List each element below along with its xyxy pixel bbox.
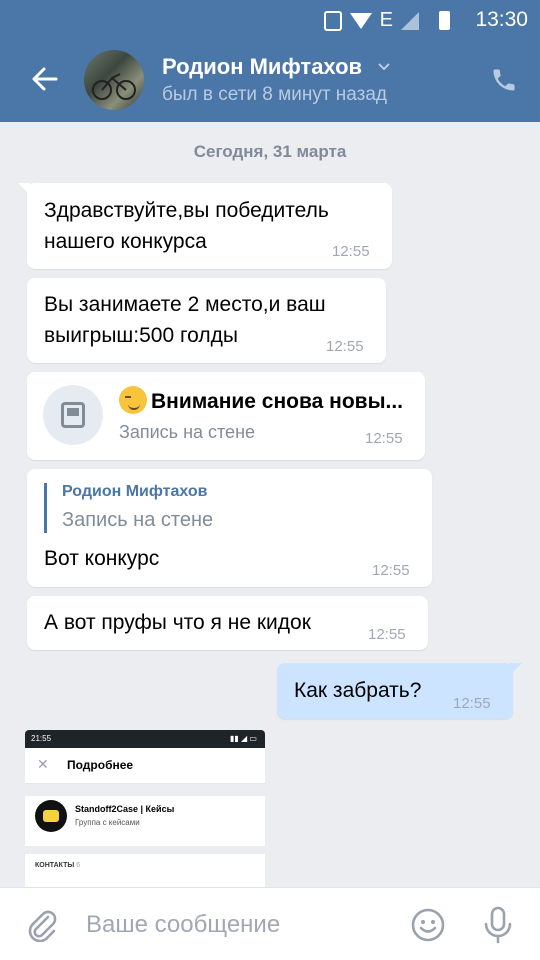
phone-icon[interactable] (490, 66, 518, 94)
screenshot-attachment[interactable]: 21:55 ▮▮ ◢ ▭ ✕ Подробнее Standoff2Case |… (25, 730, 265, 890)
message-time: 12:55 (326, 338, 364, 355)
message-text: Здравствуйте,вы победитель (44, 199, 329, 222)
attachment-group-name: Standoff2Case | Кейсы (75, 804, 175, 814)
repost-subtitle: Запись на стене (62, 509, 214, 531)
message-text: нашего конкурса (44, 230, 207, 253)
wall-post-card[interactable]: Внимание снова новы... Запись на стене 1… (27, 372, 425, 460)
contact-name[interactable]: Родион Мифтахов (162, 54, 362, 80)
message-composer (0, 887, 540, 960)
message-time: 12:55 (372, 562, 410, 579)
message-text: Как забрать? (294, 679, 422, 702)
group-logo-icon (35, 800, 67, 832)
smirk-emoji-icon (119, 386, 147, 414)
message-bubble[interactable]: А вот пруфы что я не кидок 12:55 (27, 596, 428, 650)
paperclip-icon[interactable] (26, 908, 58, 942)
message-text: Вы занимаете 2 место,и ваш (44, 293, 326, 316)
repost-quote-bar (44, 483, 47, 533)
attachment-panel-header: ✕ Подробнее (25, 748, 265, 784)
message-bubble[interactable]: Здравствуйте,вы победитель нашего конкур… (18, 183, 392, 269)
wall-post-title: Внимание снова новы... (119, 386, 419, 414)
attachment-section-label: КОНТАКТЫ 6 (35, 862, 81, 869)
status-time: 13:30 (475, 8, 528, 31)
wall-post-icon-circle (43, 385, 103, 445)
attachment-group-subtitle: Группа с кейсами (75, 818, 140, 827)
battery-icon (439, 11, 450, 30)
message-text: А вот пруфы что я не кидок (44, 611, 311, 634)
document-icon (61, 402, 85, 428)
close-icon: ✕ (37, 756, 49, 772)
chevron-down-icon[interactable] (378, 61, 390, 73)
message-bubble[interactable]: Вы занимаете 2 место,и ваш выигрыш:500 г… (27, 278, 386, 363)
back-arrow-icon[interactable] (30, 64, 58, 94)
date-separator: Сегодня, 31 марта (193, 142, 347, 161)
message-text: Вот конкурс (44, 547, 160, 570)
message-input[interactable] (86, 906, 386, 944)
network-type: E (379, 9, 393, 31)
wall-post-subtitle: Запись на стене (119, 422, 256, 442)
repost-message[interactable]: Родион Мифтахов Запись на стене Вот конк… (27, 469, 432, 587)
vibrate-icon (323, 10, 342, 31)
repost-author[interactable]: Родион Мифтахов (62, 483, 208, 501)
attachment-status-time: 21:55 (31, 734, 52, 743)
attachment-status-bar: 21:55 ▮▮ ◢ ▭ (25, 730, 265, 748)
message-time: 12:55 (365, 430, 403, 447)
avatar[interactable] (84, 50, 144, 110)
emoji-icon[interactable] (411, 908, 445, 942)
message-time: 12:55 (453, 695, 491, 712)
status-icons: E (323, 9, 450, 32)
message-time: 12:55 (332, 243, 370, 260)
attachment-status-icons: ▮▮ ◢ ▭ (230, 734, 257, 743)
outgoing-message-bubble[interactable]: Как забрать? 12:55 (277, 663, 522, 719)
contact-status: был в сети 8 минут назад (162, 84, 388, 105)
chat-header: Родион Мифтахов был в сети 8 минут назад (0, 38, 540, 122)
message-text: выигрыш:500 голды (44, 324, 238, 347)
wifi-icon (349, 12, 372, 29)
signal-icon (401, 11, 419, 30)
message-time: 12:55 (368, 626, 406, 643)
attachment-panel-title: Подробнее (67, 758, 134, 772)
status-bar: E 13:30 (0, 0, 540, 38)
microphone-icon[interactable] (481, 906, 515, 944)
